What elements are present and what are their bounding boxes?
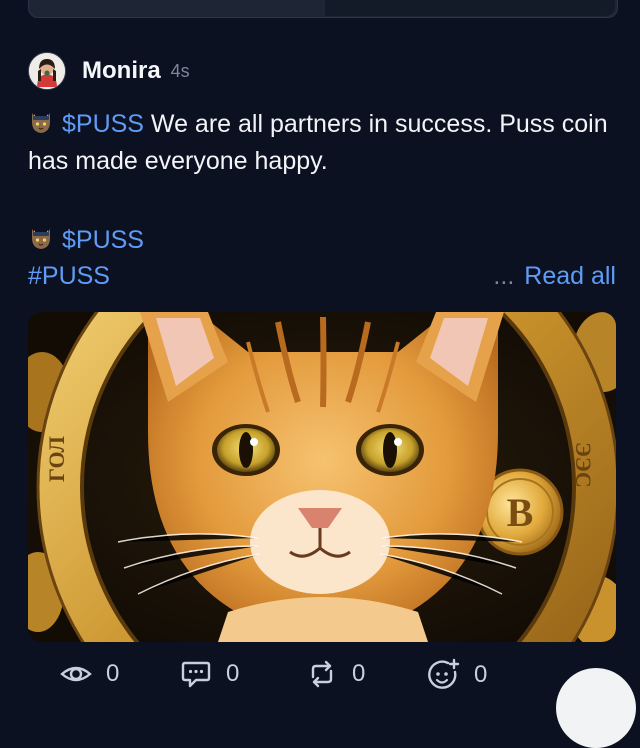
author-name[interactable]: Monira xyxy=(82,57,161,85)
post-text: $PUSS We are all partners in success. Pu… xyxy=(28,106,608,180)
repost-action[interactable]: 0 xyxy=(306,658,365,690)
post-actions-bar: 0 0 0 0 xyxy=(0,654,640,697)
avatar[interactable] xyxy=(28,52,66,90)
read-all-label[interactable]: Read all xyxy=(524,262,616,290)
previous-post-card xyxy=(28,0,618,18)
previous-post-card-segment xyxy=(325,0,615,16)
post-author-row[interactable]: Monira 4s xyxy=(28,52,190,90)
reaction-count: 0 xyxy=(474,661,488,688)
hashtag-link[interactable]: #PUSS xyxy=(28,258,110,295)
ticker-link-2[interactable]: $PUSS xyxy=(62,226,144,254)
ticker-link[interactable]: $PUSS xyxy=(62,110,144,138)
views-count: 0 xyxy=(106,660,120,687)
bitcoin-symbol: B xyxy=(507,490,534,535)
read-all-button[interactable]: ... Read all xyxy=(493,258,616,295)
post-image[interactable]: ГОЛ ЭЭС B xyxy=(28,312,616,642)
floating-action-button[interactable] xyxy=(556,668,636,748)
ticker-line: $PUSS xyxy=(28,222,144,259)
add-reaction-icon xyxy=(426,658,460,692)
post-timestamp: 4s xyxy=(170,60,190,81)
views-action[interactable]: 0 xyxy=(60,658,119,690)
svg-text:ГОЛ: ГОЛ xyxy=(44,436,69,482)
cat-coin-icon xyxy=(28,226,54,252)
comment-count: 0 xyxy=(226,660,240,687)
cat-coin-icon xyxy=(28,110,54,136)
svg-text:ЭЭС: ЭЭС xyxy=(571,442,596,488)
repost-count: 0 xyxy=(352,660,366,687)
repost-icon xyxy=(306,658,338,690)
ellipsis: ... xyxy=(493,262,515,290)
comment-icon xyxy=(180,658,212,690)
reaction-action[interactable]: 0 xyxy=(426,658,487,692)
eye-icon xyxy=(60,658,92,690)
comment-action[interactable]: 0 xyxy=(180,658,239,690)
